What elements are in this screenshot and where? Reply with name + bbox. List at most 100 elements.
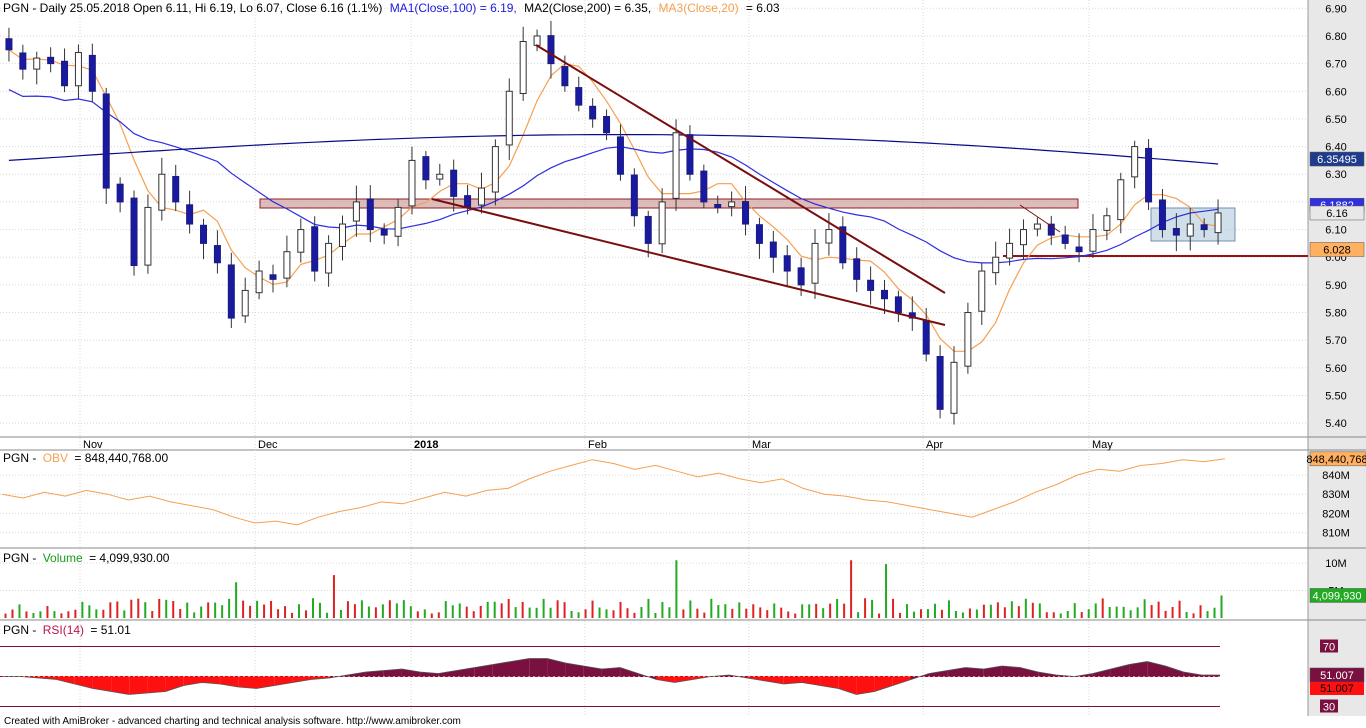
candle-body (964, 312, 972, 367)
candle-body (825, 229, 833, 244)
rsi-area-segment (147, 676, 166, 693)
candles (5, 20, 1222, 425)
candle-body (978, 270, 986, 312)
candle-body (19, 52, 27, 70)
price-badge-label: 6.16 (1326, 208, 1347, 220)
candle-body (894, 296, 902, 314)
price-tick-label: 6.10 (1325, 225, 1346, 237)
candle-body (811, 242, 819, 284)
candle-body (464, 195, 472, 208)
candle-body (186, 204, 194, 225)
candle-body (241, 289, 249, 317)
rsi-area-segment (656, 676, 675, 683)
candle-body (352, 201, 360, 222)
rsi-area-segment (565, 663, 584, 677)
candle-body (950, 361, 958, 414)
candle-body (769, 241, 777, 258)
candle-body (936, 356, 944, 410)
candle-body (102, 93, 110, 189)
obv-badge-label: 848,440,768 (1306, 454, 1366, 466)
candle-body (325, 242, 333, 274)
candle-body (491, 146, 499, 193)
volume-panel: 10M5M4,099,930 (0, 558, 1366, 618)
candle-body (1145, 147, 1153, 203)
candle-body (408, 159, 416, 207)
candle-body (644, 215, 652, 244)
obv-panel: 840M 830M 820M 810M 848,440,768 (0, 451, 1366, 540)
candle-body (172, 175, 180, 203)
candle-body (672, 132, 680, 199)
price-tick-label: 5.60 (1325, 363, 1346, 375)
right-axis-bg (1308, 0, 1366, 716)
candle-body (213, 245, 221, 264)
candle-body (61, 60, 69, 87)
rsi-area-segment (620, 667, 639, 677)
candle-body (547, 35, 555, 65)
price-tick-label: 5.50 (1325, 391, 1346, 403)
candle-body (783, 255, 791, 272)
candle-body (283, 251, 291, 279)
candle-body (1103, 215, 1111, 231)
candle-body (1089, 229, 1097, 252)
rsi-tick-label: 70 (1323, 642, 1335, 654)
volume-header: PGN - Volume = 4,099,930.00 (3, 551, 170, 565)
rsi-area-segment (129, 676, 148, 695)
chart-canvas: 840M 830M 820M 810M 848,440,768 10M5M4,099,9… (0, 0, 1366, 716)
candle-body (477, 187, 485, 206)
rsi-area-segment (892, 676, 911, 686)
price-badge-label: 6.028 (1323, 244, 1351, 256)
candle-body (5, 38, 13, 51)
candle-body (158, 173, 166, 211)
obv-tick-label: 810M (1322, 528, 1350, 540)
ma1-line (8, 89, 1219, 264)
month-label: May (1092, 439, 1113, 451)
candle-body (867, 279, 875, 291)
candle-body (589, 105, 597, 120)
candle-body (255, 270, 263, 294)
rsi-area-segment (1110, 664, 1130, 677)
candle-body (450, 169, 458, 197)
volume-badge-label: 4,099,930 (1313, 590, 1362, 602)
candle-body (992, 256, 1000, 274)
candle-body (297, 229, 305, 253)
footer-credit: Created with AmiBroker - advanced charti… (4, 716, 461, 727)
candle-body (47, 56, 55, 65)
price-badge-label: 6.35495 (1317, 154, 1357, 166)
obv-header: PGN - OBV = 848,440,768.00 (3, 451, 168, 465)
candle-body (1075, 246, 1083, 253)
candle-body (74, 52, 82, 87)
candle-body (575, 87, 583, 106)
candle-body (1131, 146, 1139, 178)
rsi-area-segment (292, 676, 311, 683)
price-tick-label: 5.40 (1325, 418, 1346, 430)
candle-body (394, 206, 402, 237)
candle-body (1006, 242, 1014, 259)
candle-body (200, 224, 208, 244)
candle-body (755, 224, 763, 244)
rsi-area-segment (238, 676, 257, 689)
lower-trendline (431, 198, 946, 326)
month-label: Feb (588, 439, 607, 451)
candle-body (1061, 234, 1069, 244)
rsi-area-segment (874, 676, 893, 692)
candle-body (922, 320, 930, 355)
candle-body (436, 173, 444, 180)
price-tick-label: 6.70 (1325, 59, 1346, 71)
obv-tick-label: 820M (1322, 508, 1350, 520)
candle-body (1200, 224, 1208, 231)
candle-body (1214, 212, 1222, 234)
candle-body (422, 156, 430, 181)
candle-body (616, 136, 624, 175)
candle-body (311, 226, 319, 272)
candle-body (130, 197, 138, 267)
rsi-tick-label: 30 (1323, 702, 1335, 714)
candle-body (714, 204, 722, 208)
rsi-area-segment (674, 676, 693, 683)
candle-body (630, 174, 638, 217)
candle-body (742, 201, 750, 225)
rsi-area-segment (165, 676, 184, 692)
candle-body (338, 223, 346, 247)
resistance-zone (259, 198, 1079, 209)
rsi-area-segment (929, 670, 948, 677)
candle-body (144, 206, 152, 266)
